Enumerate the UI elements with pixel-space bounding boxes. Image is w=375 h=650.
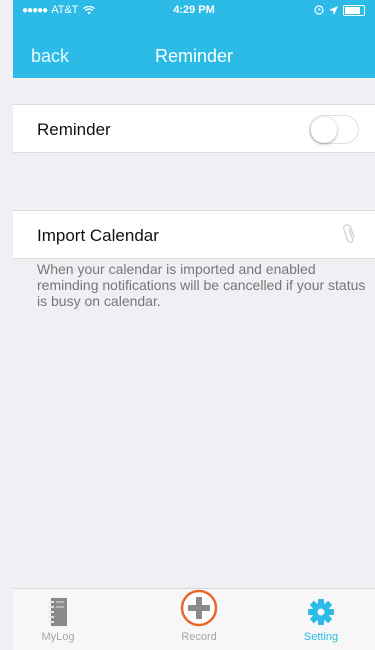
import-calendar-label: Import Calendar — [37, 226, 159, 245]
status-icons — [314, 4, 365, 16]
wifi-icon — [82, 5, 95, 14]
carrier-info: ●●●●● AT&T — [22, 4, 95, 16]
alarm-icon — [314, 5, 324, 15]
tab-setting[interactable]: Setting — [271, 589, 371, 650]
import-calendar-row[interactable]: Import Calendar — [13, 210, 375, 259]
tab-mylog[interactable]: MyLog — [8, 589, 108, 650]
calendar-help-text: When your calendar is imported and enabl… — [37, 261, 366, 309]
notebook-icon — [49, 598, 67, 626]
settings-content: Reminder Import Calendar When your calen… — [13, 78, 375, 588]
reminder-label: Reminder — [37, 120, 111, 139]
reminder-row: Reminder — [13, 104, 375, 153]
header: ●●●●● AT&T 4:29 PM back Reminder — [13, 0, 375, 78]
tab-record-label: Record — [181, 631, 217, 643]
reminder-toggle[interactable] — [309, 115, 359, 144]
signal-strength-icon: ●●●●● — [22, 4, 48, 16]
tab-setting-label: Setting — [303, 631, 339, 643]
gear-icon — [308, 599, 334, 625]
tab-mylog-label: MyLog — [41, 631, 75, 643]
tab-record[interactable]: Record — [149, 589, 249, 650]
battery-icon — [343, 4, 365, 16]
toggle-knob — [311, 117, 337, 143]
app-screen: ●●●●● AT&T 4:29 PM back Reminder Reminde… — [0, 0, 375, 650]
status-time: 4:29 PM — [173, 4, 215, 16]
tab-bar: MyLog Record Setting — [13, 588, 375, 650]
plus-circle-icon — [180, 589, 218, 627]
carrier-name: AT&T — [51, 4, 79, 16]
location-icon — [329, 5, 338, 15]
page-title: Reminder — [154, 46, 234, 66]
paperclip-icon — [343, 224, 355, 243]
status-bar: ●●●●● AT&T 4:29 PM — [13, 0, 375, 20]
navigation-bar: back Reminder — [13, 38, 375, 74]
